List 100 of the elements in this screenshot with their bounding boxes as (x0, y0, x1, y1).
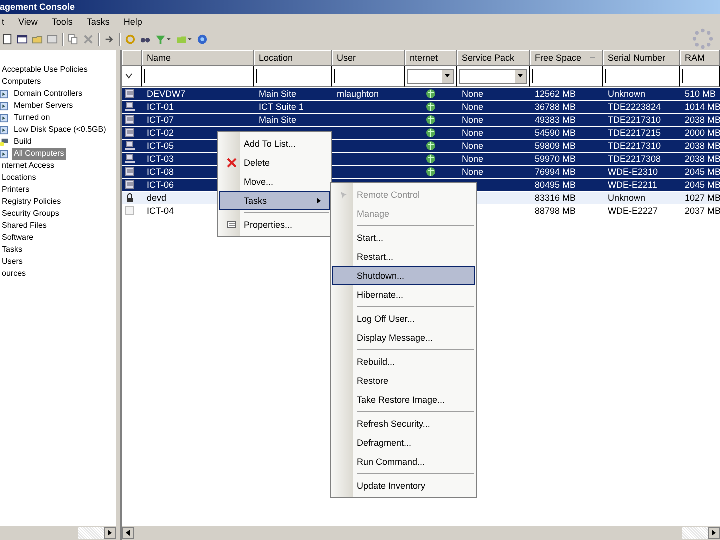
column-header[interactable]: Location (254, 50, 332, 66)
laptop-icon (125, 141, 135, 151)
tree-item[interactable]: Locations (0, 172, 38, 184)
menu-item[interactable]: Help (124, 17, 142, 27)
folder-icon (0, 102, 9, 110)
table-cell: None (462, 167, 484, 177)
table-cell: DEVDW7 (147, 89, 186, 99)
menu-item[interactable]: View (18, 17, 38, 27)
table-cell: 12562 MB (535, 89, 576, 99)
spinner-icon (692, 28, 714, 50)
lock-icon (125, 193, 135, 203)
folder-icon (0, 90, 9, 98)
table-cell: None (462, 154, 484, 164)
table-cell: 88798 MB (535, 206, 576, 216)
tree-item[interactable]: Shared Files (0, 220, 49, 232)
menu-item[interactable]: Start... (332, 228, 475, 247)
table-cell: 36788 MB (535, 102, 576, 112)
table-cell: ICT-08 (147, 167, 174, 177)
tree-item[interactable]: Build (12, 136, 34, 148)
tree-item[interactable]: nternet Access (0, 160, 56, 172)
tree-item[interactable]: Security Groups (0, 208, 62, 220)
laptop-icon (125, 154, 135, 164)
table-cell: TDE2217215 (608, 128, 662, 138)
document-icon[interactable] (2, 34, 13, 44)
menu-item[interactable]: Defragment... (332, 433, 475, 452)
table-cell: Main Site (259, 115, 297, 125)
table-cell: Unknown (608, 89, 646, 99)
column-header[interactable]: Free Space (530, 50, 603, 66)
column-header[interactable]: nternet (405, 50, 457, 66)
menu-item[interactable]: Tools (52, 17, 73, 27)
menu-item[interactable]: Update Inventory (332, 476, 475, 495)
filter-icon[interactable] (124, 71, 134, 81)
tree-item[interactable]: Users (0, 256, 25, 268)
monitor-icon (125, 89, 135, 99)
table-cell: 59970 MB (535, 154, 576, 164)
column-header[interactable]: Name (142, 50, 254, 66)
tree-item[interactable]: Tasks (0, 244, 24, 256)
window-icon[interactable] (17, 34, 28, 44)
submenu-arrow-icon (317, 198, 321, 204)
menu-item[interactable]: Tasks (86, 17, 110, 27)
tree-item[interactable]: Acceptable Use Policies (0, 64, 90, 76)
column-header[interactable]: RAM (680, 50, 720, 66)
menu-item[interactable]: Log Off User... (332, 309, 475, 328)
table-cell: ICT-03 (147, 154, 174, 164)
table-cell: 83316 MB (535, 193, 576, 203)
tree-item[interactable]: Low Disk Space (<0.5GB) (12, 124, 108, 136)
right-arrow-icon (712, 530, 716, 536)
tree-item[interactable]: Computers (0, 76, 44, 88)
menu-item[interactable]: Hibernate... (332, 285, 475, 304)
table-cell: 59809 MB (535, 141, 576, 151)
scrollbar[interactable] (0, 525, 116, 540)
menu-item[interactable]: Run Command... (332, 452, 475, 471)
tree-item[interactable]: Domain Controllers (12, 88, 84, 100)
menu-item[interactable]: Take Restore Image... (332, 390, 475, 409)
menu-item[interactable]: Display Message... (332, 328, 475, 347)
menu-item[interactable]: t (2, 17, 5, 27)
table-cell: ICT-02 (147, 128, 174, 138)
scroll-thumb[interactable] (682, 527, 708, 539)
tree-item[interactable]: Member Servers (12, 100, 76, 112)
tree-item[interactable]: All Computers (12, 148, 66, 160)
table-cell: ICT-06 (147, 180, 174, 190)
grid-icon[interactable] (47, 34, 58, 44)
filter-dropdown[interactable] (407, 68, 454, 84)
column-header[interactable]: User (332, 50, 405, 66)
table-cell: 80495 MB (535, 180, 576, 190)
delete-icon (227, 158, 237, 168)
tree-item[interactable]: Software (0, 232, 36, 244)
table-cell: 76994 MB (535, 167, 576, 177)
menu-item[interactable]: Restart... (332, 247, 475, 266)
caret-icon (445, 74, 450, 78)
filter-dropdown[interactable] (459, 68, 527, 84)
scroll-thumb[interactable] (78, 527, 104, 539)
left-arrow-icon (126, 530, 130, 536)
right-arrow-icon (108, 530, 112, 536)
menu-item[interactable]: Restore (332, 371, 475, 390)
menu-item[interactable]: Rebuild... (332, 352, 475, 371)
folder-icon[interactable] (32, 34, 43, 44)
scrollbar[interactable] (122, 525, 720, 540)
tree-item[interactable]: Turned on (12, 112, 52, 124)
table-cell: TDE2217308 (608, 154, 662, 164)
table-cell: None (462, 102, 484, 112)
column-header[interactable]: Serial Number (603, 50, 680, 66)
table-row[interactable]: DEVDW7 Main Site mlaughton None 12562 MB Unknown 510 MB (122, 88, 720, 100)
table-cell: TDE2217310 (608, 141, 662, 151)
arrow-icon[interactable] (104, 34, 115, 44)
copy-icon[interactable] (68, 34, 79, 44)
tree-item[interactable]: Printers (0, 184, 32, 196)
tree-item[interactable]: ources (0, 268, 28, 280)
menu-item[interactable]: Shutdown... (332, 266, 475, 285)
delete-icon[interactable] (83, 34, 94, 44)
menu-item[interactable]: Properties... (219, 215, 330, 234)
menu-item[interactable]: Refresh Security... (332, 414, 475, 433)
folder-icon (0, 126, 9, 134)
column-header[interactable] (122, 50, 142, 66)
tree-item[interactable]: Registry Policies (0, 196, 64, 208)
table-cell: WDE-E2211 (608, 180, 658, 190)
properties-icon (227, 220, 237, 230)
window-title: agement Console (0, 2, 76, 12)
menu-item[interactable]: Tasks (219, 191, 330, 210)
column-header[interactable]: Service Pack (457, 50, 530, 66)
